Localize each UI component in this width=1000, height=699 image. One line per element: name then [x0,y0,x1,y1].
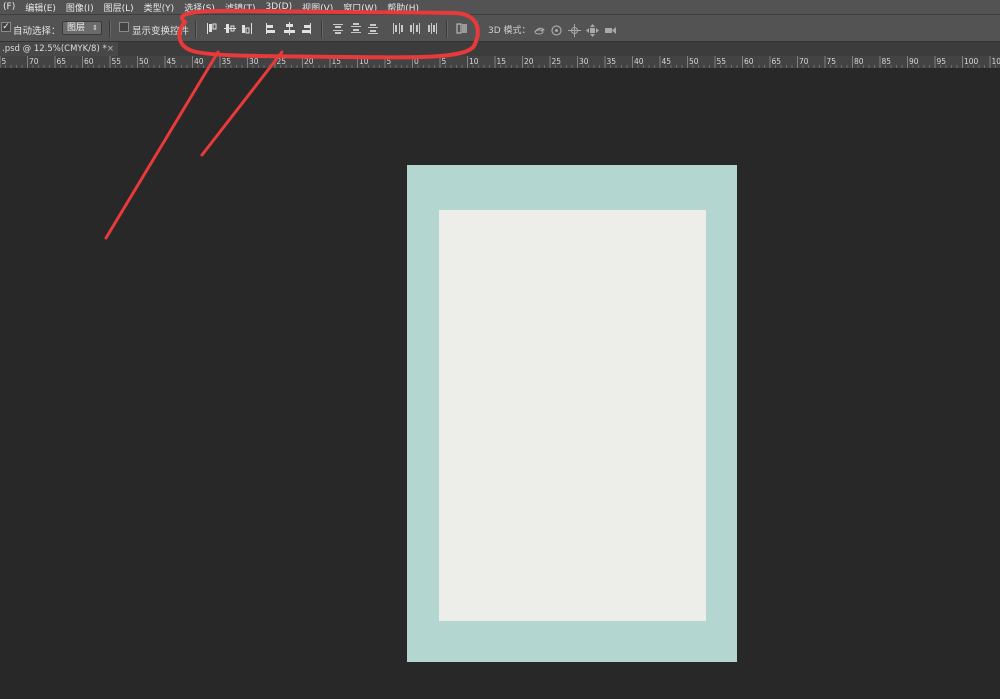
distribute-top-edges-icon[interactable] [332,22,344,35]
ruler-label: 30 [579,57,589,66]
ruler-label: 105 [992,57,1000,66]
ruler-label: 60 [744,57,754,66]
menu-bar: (F) 编辑(E) 图像(I) 图层(L) 类型(Y) 选择(S) 滤镜(T) … [0,0,1000,14]
menu-edit[interactable]: 编辑(E) [25,1,63,14]
drag-3d-icon[interactable] [568,22,581,37]
auto-select-value: 图层 [67,23,86,33]
menu-filter[interactable]: 滤镜(T) [225,1,263,14]
ruler-label: 55 [112,57,122,66]
ruler-label: 70 [29,57,39,66]
ruler-label: 55 [717,57,727,66]
align-vertical-centers-icon[interactable] [224,22,236,35]
close-tab-icon[interactable]: × [107,42,114,56]
ruler-label: 65 [57,57,67,66]
auto-select-dropdown[interactable]: 图层 ⇕ [62,21,102,35]
auto-select-checkbox[interactable]: ✓ [1,22,11,32]
separator [195,20,197,38]
ruler-label: 40 [634,57,644,66]
separator [109,20,111,38]
menu-help[interactable]: 帮助(H) [387,1,426,14]
align-left-edges-icon[interactable] [265,22,277,35]
ruler-label: 25 [277,57,287,66]
ruler-label: 35 [222,57,232,66]
ruler-ticks: 5 70 65 60 55 50 45 40 35 30 25 20 15 10 5 0 5 10 15 20 25 30… [0,56,1000,68]
align-bottom-edges-icon[interactable] [241,22,253,35]
slide-3d-icon[interactable] [586,22,599,37]
menu-image[interactable]: 图像(I) [66,1,101,14]
ruler-label: 20 [524,57,534,66]
menu-file[interactable]: (F) [3,2,22,12]
ruler-label: 90 [909,57,919,66]
rotate-3d-icon[interactable] [533,22,546,35]
separator [476,20,478,38]
distribute-vertical-centers-icon[interactable] [350,22,362,35]
document-canvas[interactable] [0,68,1000,699]
ruler-label: 80 [854,57,864,66]
ruler-label: 65 [772,57,782,66]
ruler-label: 5 [2,57,7,66]
separator [446,20,448,38]
inner-panel[interactable] [439,210,706,621]
document-tab-title: .psd @ 12.5%(CMYK/8) * [2,44,107,54]
document-tab[interactable]: .psd @ 12.5%(CMYK/8) * × [0,42,118,56]
menu-window[interactable]: 窗口(W) [343,1,384,14]
ruler-label: 100 [964,57,979,66]
ruler-label: 5 [387,57,392,66]
options-bar: ✓ 自动选择： 图层 ⇕ 显示变换控件 3D 模式： [0,14,1000,42]
auto-align-layers-icon[interactable] [456,22,468,35]
auto-select-label: 自动选择： [13,26,61,37]
show-transform-checkbox[interactable] [119,22,129,32]
align-horizontal-centers-icon[interactable] [283,22,295,35]
ruler-label: 10 [469,57,479,66]
align-right-edges-icon[interactable] [300,22,312,35]
distribute-horizontal-centers-icon[interactable] [409,22,421,35]
ruler-label: 30 [249,57,259,66]
document-page[interactable] [407,165,737,662]
ruler-label: 15 [497,57,507,66]
ruler-label: 25 [552,57,562,66]
ruler-label: 50 [139,57,149,66]
menu-layer[interactable]: 图层(L) [104,1,141,14]
ruler-label: 5 [442,57,447,66]
distribute-bottom-edges-icon[interactable] [367,22,379,35]
distribute-right-edges-icon[interactable] [427,22,439,35]
ruler-label: 40 [194,57,204,66]
dropdown-arrows-icon: ⇕ [92,24,98,32]
ruler-label: 70 [799,57,809,66]
ruler-label: 20 [304,57,314,66]
distribute-left-edges-icon[interactable] [391,22,403,35]
align-top-edges-icon[interactable] [206,22,218,35]
ruler-label: 95 [937,57,947,66]
show-transform-label: 显示变换控件 [132,26,190,37]
document-tab-bar: .psd @ 12.5%(CMYK/8) * × [0,42,1000,57]
ruler-label: 35 [607,57,617,66]
menu-type[interactable]: 类型(Y) [144,1,182,14]
separator [321,20,323,38]
ruler-label: 45 [662,57,672,66]
mode-3d-label: 3D 模式： [488,26,531,36]
ruler-label: 50 [689,57,699,66]
menu-view[interactable]: 视图(V) [302,1,340,14]
ruler-label: 85 [882,57,892,66]
ruler-label: 0 [414,57,419,66]
menu-select[interactable]: 选择(S) [184,1,222,14]
ruler-label: 60 [84,57,94,66]
roll-3d-icon[interactable] [550,22,563,36]
scale-3d-icon[interactable] [604,22,617,35]
menu-3d[interactable]: 3D(D) [265,2,299,12]
ruler-label: 10 [359,57,369,66]
ruler-label: 45 [167,57,177,66]
ruler-label: 15 [332,57,342,66]
ruler-label: 75 [827,57,837,66]
